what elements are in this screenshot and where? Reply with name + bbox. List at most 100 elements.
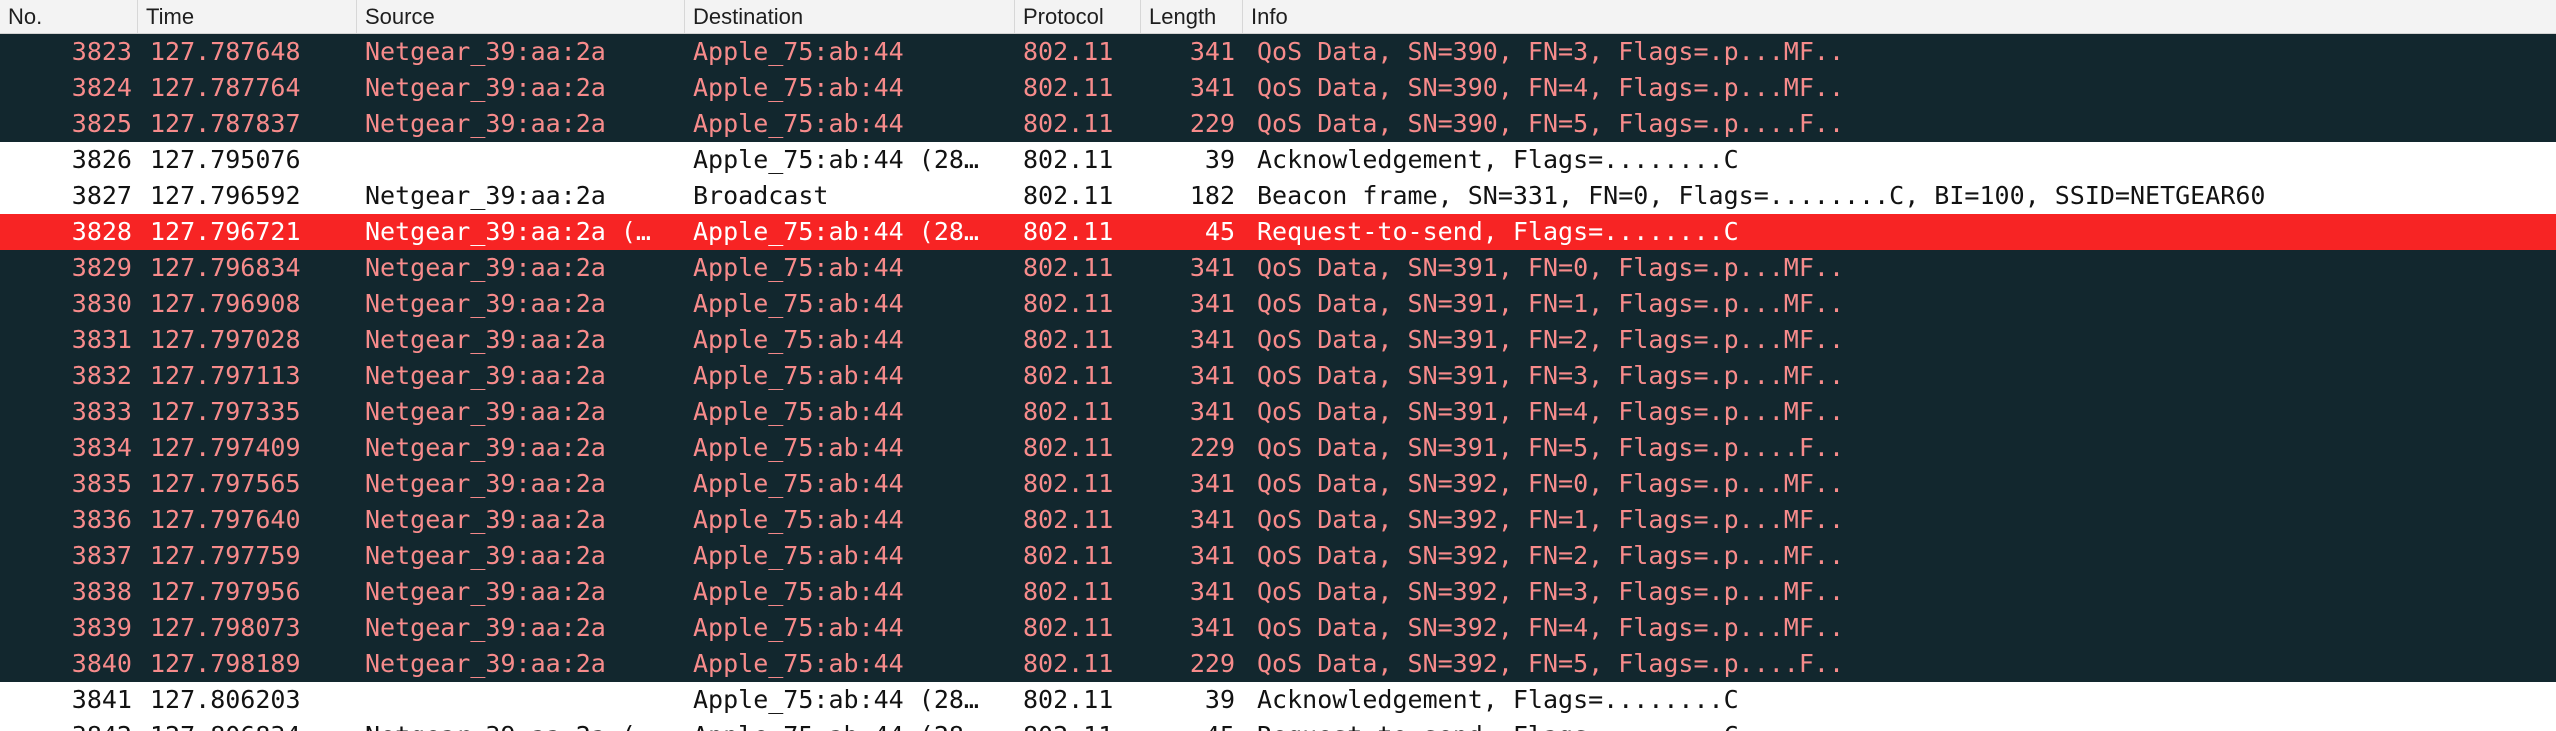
packet-source: Netgear_39:aa:2a (… <box>365 217 651 246</box>
table-row[interactable]: 3827 127.796592 Netgear_39:aa:2a Broadcast 8… <box>0 178 2556 214</box>
table-row[interactable]: 3834 127.797409 Netgear_39:aa:2a Apple_75:a… <box>0 430 2556 466</box>
column-header-length[interactable]: Length <box>1141 0 1243 33</box>
table-row[interactable]: 3825 127.787837 Netgear_39:aa:2a Apple_75:a… <box>0 106 2556 142</box>
packet-info: QoS Data, SN=392, FN=0, Flags=.p...MF.. <box>1257 469 1844 498</box>
table-row[interactable]: 3824 127.787764 Netgear_39:aa:2a Apple_75:a… <box>0 70 2556 106</box>
table-row[interactable]: 3839 127.798073 Netgear_39:aa:2a Apple_75:a… <box>0 610 2556 646</box>
table-row[interactable]: 3840 127.798189 Netgear_39:aa:2a Apple_75:a… <box>0 646 2556 682</box>
packet-time: 127.787837 <box>150 109 301 138</box>
packet-protocol: 802.11 <box>1023 109 1114 138</box>
packet-length: 341 <box>1189 469 1235 498</box>
table-row[interactable]: 3823 127.787648 Netgear_39:aa:2a Apple_75:a… <box>0 34 2556 70</box>
packet-no: 3829 <box>71 253 132 282</box>
packet-source: Netgear_39:aa:2a <box>365 469 606 498</box>
packet-protocol: 802.11 <box>1023 577 1114 606</box>
packet-length: 39 <box>1204 145 1235 174</box>
packet-time: 127.797028 <box>150 325 301 354</box>
column-header-no[interactable]: No. <box>0 0 138 33</box>
column-header-time[interactable]: Time <box>138 0 357 33</box>
packet-length: 341 <box>1189 613 1235 642</box>
table-row[interactable]: 3842127.806834Netgear_39:aa:2a (…Apple_7… <box>0 718 2556 731</box>
table-row[interactable]: 3838 127.797956 Netgear_39:aa:2a Apple_75:a… <box>0 574 2556 610</box>
packet-destination: Apple_75:ab:44 (28… <box>693 685 979 714</box>
packet-source: Netgear_39:aa:2a <box>365 73 606 102</box>
column-header-source[interactable]: Source <box>357 0 685 33</box>
packet-time: 127.787648 <box>150 37 301 66</box>
packet-source: Netgear_39:aa:2a <box>365 505 606 534</box>
packet-source: Netgear_39:aa:2a <box>365 649 606 678</box>
packet-protocol: 802.11 <box>1023 649 1114 678</box>
packet-source: Netgear_39:aa:2a <box>365 577 606 606</box>
table-row[interactable]: 3831 127.797028 Netgear_39:aa:2a Apple_75:a… <box>0 322 2556 358</box>
table-row[interactable]: 3832 127.797113 Netgear_39:aa:2a Apple_75:a… <box>0 358 2556 394</box>
packet-protocol: 802.11 <box>1023 613 1114 642</box>
packet-no: 3825 <box>71 109 132 138</box>
packet-no: 3830 <box>71 289 132 318</box>
packet-time: 127.796592 <box>150 181 301 210</box>
table-row[interactable]: 3830 127.796908 Netgear_39:aa:2a Apple_75:a… <box>0 286 2556 322</box>
column-header-protocol[interactable]: Protocol <box>1015 0 1141 33</box>
column-header-info[interactable]: Info <box>1243 0 2556 33</box>
packet-no: 3835 <box>71 469 132 498</box>
packet-length: 39 <box>1204 685 1235 714</box>
packet-destination: Apple_75:ab:44 <box>693 649 904 678</box>
packet-destination: Apple_75:ab:44 <box>693 109 904 138</box>
packet-info: Acknowledgement, Flags=........C <box>1257 685 1739 714</box>
packet-info: QoS Data, SN=390, FN=5, Flags=.p....F.. <box>1257 109 1844 138</box>
packet-protocol: 802.11 <box>1023 361 1114 390</box>
packet-no: 3832 <box>71 361 132 390</box>
packet-length: 341 <box>1189 253 1235 282</box>
packet-length: 341 <box>1189 73 1235 102</box>
packet-source: Netgear_39:aa:2a <box>365 37 606 66</box>
packet-length: 341 <box>1189 361 1235 390</box>
packet-protocol: 802.11 <box>1023 181 1114 210</box>
packet-destination: Apple_75:ab:44 <box>693 613 904 642</box>
table-row[interactable]: 3836 127.797640 Netgear_39:aa:2a Apple_75:a… <box>0 502 2556 538</box>
packet-protocol: 802.11 <box>1023 217 1114 246</box>
packet-destination: Apple_75:ab:44 <box>693 505 904 534</box>
packet-length: 229 <box>1189 109 1235 138</box>
packet-no: 3823 <box>71 37 132 66</box>
table-row[interactable]: 3835 127.797565 Netgear_39:aa:2a Apple_75:a… <box>0 466 2556 502</box>
packet-source: Netgear_39:aa:2a <box>365 433 606 462</box>
packet-time: 127.796908 <box>150 289 301 318</box>
packet-no: 3836 <box>71 505 132 534</box>
packet-no: 3827 <box>71 181 132 210</box>
table-row[interactable]: 3833 127.797335 Netgear_39:aa:2a Apple_75:a… <box>0 394 2556 430</box>
packet-time: 127.795076 <box>150 145 301 174</box>
packet-info: QoS Data, SN=391, FN=2, Flags=.p...MF.. <box>1257 325 1844 354</box>
packet-info: Request-to-send, Flags=........C <box>1257 217 1739 246</box>
table-row[interactable]: 3837 127.797759 Netgear_39:aa:2a Apple_75:a… <box>0 538 2556 574</box>
packet-no: 3839 <box>71 613 132 642</box>
packet-no: 3824 <box>71 73 132 102</box>
packet-no: 3840 <box>71 649 132 678</box>
packet-time: 127.797759 <box>150 541 301 570</box>
packet-info: QoS Data, SN=390, FN=4, Flags=.p...MF.. <box>1257 73 1844 102</box>
packet-info: Acknowledgement, Flags=........C <box>1257 145 1739 174</box>
packet-protocol: 802.11 <box>1023 145 1114 174</box>
packet-protocol: 802.11 <box>1023 433 1114 462</box>
packet-info: QoS Data, SN=392, FN=5, Flags=.p....F.. <box>1257 649 1844 678</box>
packet-time: 127.806203 <box>150 685 301 714</box>
packet-info: QoS Data, SN=392, FN=1, Flags=.p...MF.. <box>1257 505 1844 534</box>
table-row[interactable]: 3829 127.796834 Netgear_39:aa:2a Apple_75:a… <box>0 250 2556 286</box>
packet-destination: Apple_75:ab:44 <box>693 361 904 390</box>
packet-protocol: 802.11 <box>1023 73 1114 102</box>
packet-rows: 3823 127.787648 Netgear_39:aa:2a Apple_75:a… <box>0 34 2556 731</box>
packet-source: Netgear_39:aa:2a <box>365 253 606 282</box>
packet-source: Netgear_39:aa:2a <box>365 109 606 138</box>
column-header-destination[interactable]: Destination <box>685 0 1015 33</box>
packet-length: 341 <box>1189 37 1235 66</box>
packet-destination: Apple_75:ab:44 (28… <box>693 145 979 174</box>
table-row[interactable]: 3826 127.795076 Apple_75:ab:44 (28… 802.11 3… <box>0 142 2556 178</box>
packet-list-header: No. Time Source Destination Protocol Len… <box>0 0 2556 34</box>
packet-length: 341 <box>1189 325 1235 354</box>
packet-source: Netgear_39:aa:2a <box>365 541 606 570</box>
table-row-selected[interactable]: 3828 127.796721 Netgear_39:aa:2a (… Apple_7… <box>0 214 2556 250</box>
packet-source <box>357 682 685 718</box>
table-row[interactable]: 3841 127.806203 Apple_75:ab:44 (28… 802.11 3… <box>0 682 2556 718</box>
packet-length: 341 <box>1189 397 1235 426</box>
packet-length: 341 <box>1189 505 1235 534</box>
packet-time: 127.806834 <box>138 718 357 731</box>
packet-list[interactable]: No. Time Source Destination Protocol Len… <box>0 0 2556 731</box>
